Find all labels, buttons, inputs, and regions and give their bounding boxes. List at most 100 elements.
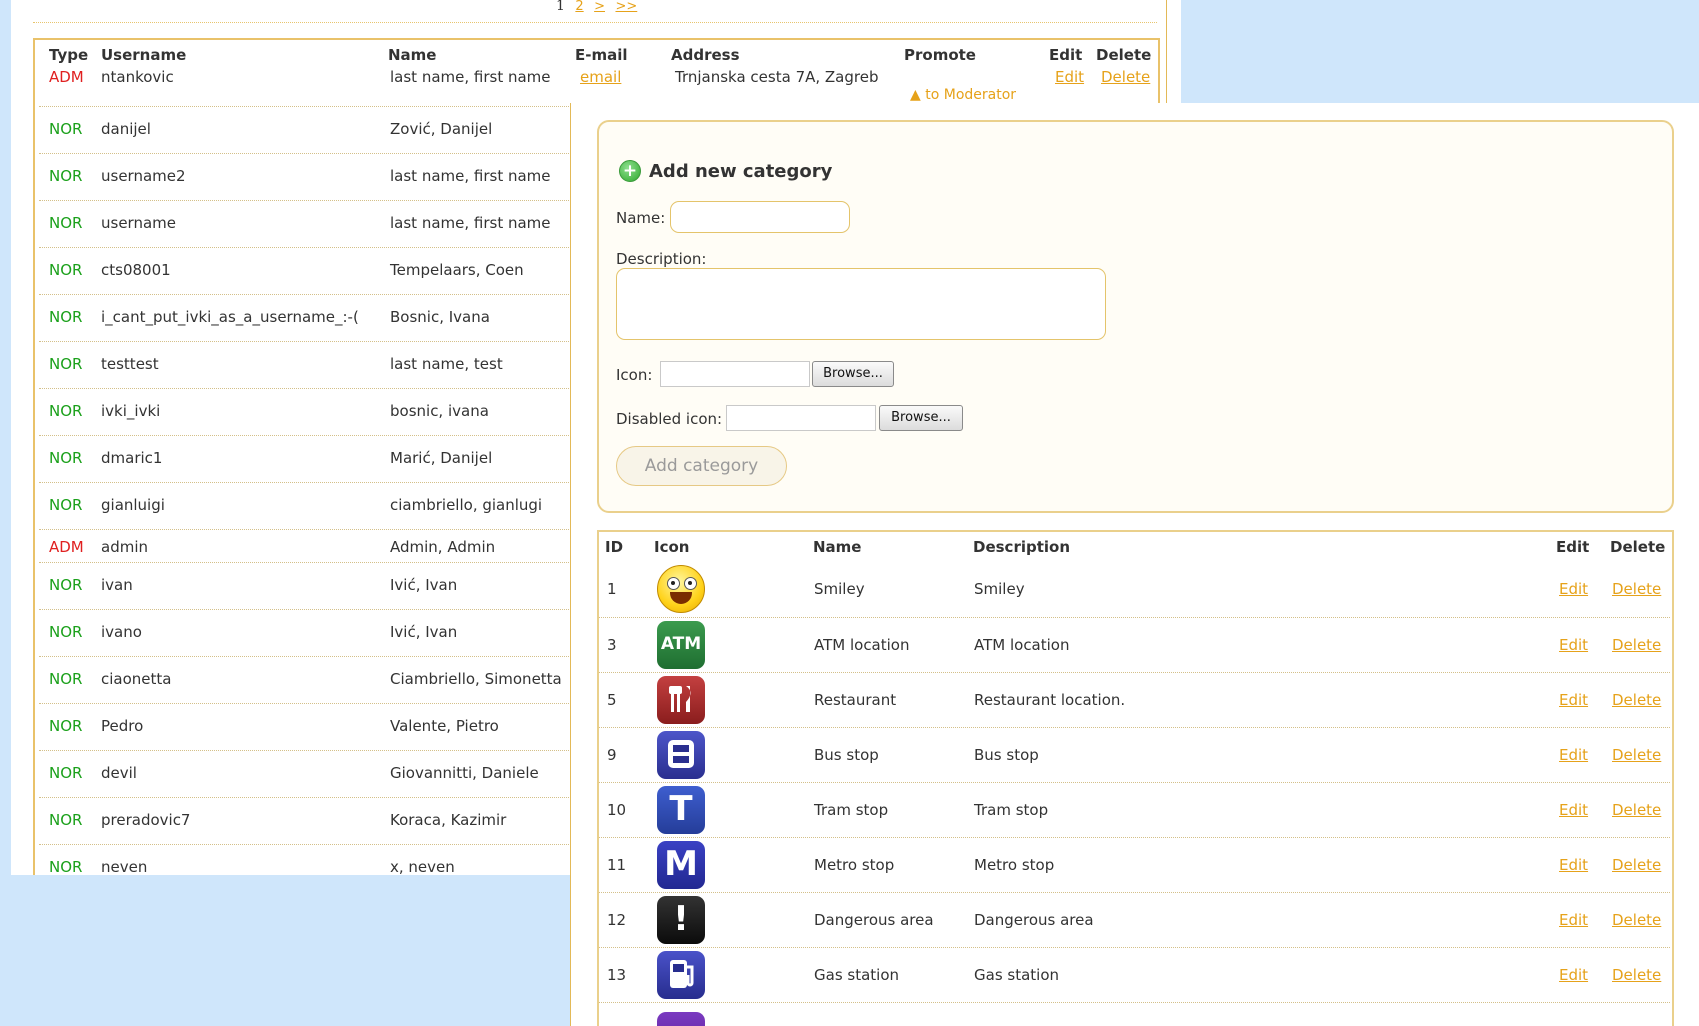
- col-address: Address: [671, 46, 740, 64]
- user-type: NOR: [49, 764, 83, 782]
- category-row: 3 ATM ATM location ATM location Edit Delete: [599, 617, 1670, 673]
- user-username: i_cant_put_ivki_as_a_username_:-(: [101, 308, 359, 326]
- icon-glyph: M: [664, 844, 698, 884]
- user-type: NOR: [49, 576, 83, 594]
- user-type: NOR: [49, 670, 83, 688]
- category-name: Gas station: [814, 966, 900, 984]
- category-edit-link[interactable]: Edit: [1559, 801, 1588, 819]
- category-name: Metro stop: [814, 856, 895, 874]
- col-promote: Promote: [904, 46, 976, 64]
- category-edit-link[interactable]: Edit: [1559, 580, 1588, 598]
- col-icon: Icon: [654, 538, 690, 556]
- user-username: devil: [101, 764, 137, 782]
- col-id: ID: [605, 538, 624, 556]
- pagination: 1 2 > >>: [556, 0, 637, 14]
- bus-stop-icon: [657, 731, 705, 779]
- page-link-last[interactable]: >>: [615, 0, 637, 14]
- user-name: bosnic, ivana: [390, 402, 489, 420]
- add-category-button[interactable]: Add category: [616, 446, 787, 486]
- category-description: Smiley: [974, 580, 1025, 598]
- user-username: admin: [101, 538, 148, 556]
- name-label: Name:: [616, 209, 666, 227]
- icon-file-input[interactable]: [660, 361, 810, 387]
- user-name: x, neven: [390, 858, 455, 875]
- user-address: Trnjanska cesta 7A, Zagreb: [675, 68, 879, 86]
- col-description: Description: [973, 538, 1071, 556]
- col-name: Name: [388, 46, 437, 64]
- category-description: ATM location: [974, 636, 1070, 654]
- disabled-icon-browse-button[interactable]: Browse...: [879, 405, 963, 431]
- user-username: testtest: [101, 355, 159, 373]
- category-edit-link[interactable]: Edit: [1559, 911, 1588, 929]
- category-row: 13 Gas station Gas station Edit Delete: [599, 947, 1670, 1003]
- page-link-next[interactable]: >: [594, 0, 605, 14]
- name-input[interactable]: [670, 201, 850, 233]
- user-type: NOR: [49, 496, 83, 514]
- restaurant-icon: [657, 676, 705, 724]
- category-edit-link[interactable]: Edit: [1559, 636, 1588, 654]
- category-delete-link[interactable]: Delete: [1612, 911, 1661, 929]
- category-edit-link[interactable]: Edit: [1559, 746, 1588, 764]
- category-edit-link[interactable]: Edit: [1559, 966, 1588, 984]
- icon-glyph: !: [673, 899, 689, 939]
- user-username: dmaric1: [101, 449, 163, 467]
- category-delete-link[interactable]: Delete: [1612, 580, 1661, 598]
- user-name: Ivić, Ivan: [390, 623, 458, 641]
- user-name: Koraca, Kazimir: [390, 811, 507, 829]
- user-name: last name, first name: [390, 214, 551, 232]
- category-description: Gas station: [974, 966, 1060, 984]
- category-name: Tram stop: [814, 801, 889, 819]
- user-type: NOR: [49, 402, 83, 420]
- user-type: NOR: [49, 214, 83, 232]
- category-delete-link[interactable]: Delete: [1612, 691, 1661, 709]
- category-edit-link[interactable]: Edit: [1559, 691, 1588, 709]
- category-id: 5: [607, 691, 617, 709]
- page-link-2[interactable]: 2: [575, 0, 583, 14]
- tram-stop-icon: T: [657, 786, 705, 834]
- col-delete: Delete: [1610, 538, 1666, 556]
- category-delete-link[interactable]: Delete: [1612, 966, 1661, 984]
- add-category-title: + Add new category: [619, 160, 832, 182]
- add-category-panel: + Add new category Name: Description: Ic…: [597, 120, 1674, 513]
- icon-browse-button[interactable]: Browse...: [812, 361, 894, 387]
- description-label: Description:: [616, 250, 707, 268]
- category-id: 9: [607, 746, 617, 764]
- user-delete-link[interactable]: Delete: [1101, 68, 1150, 86]
- disabled-icon-label: Disabled icon:: [616, 410, 723, 428]
- user-email-link[interactable]: email: [580, 68, 621, 86]
- promote-link[interactable]: ▲ to Moderator: [910, 87, 1016, 103]
- users-table-header: Type Username Name E-mail Address Promot…: [35, 46, 1158, 68]
- user-username: preradovic7: [101, 811, 191, 829]
- user-name: Marić, Danijel: [390, 449, 493, 467]
- user-edit-link[interactable]: Edit: [1055, 68, 1084, 86]
- category-description: Tram stop: [974, 801, 1049, 819]
- user-username: cts08001: [101, 261, 171, 279]
- category-row: 5 Restaurant Restaurant location. Edit Delet…: [599, 672, 1670, 728]
- user-type: NOR: [49, 623, 83, 641]
- category-delete-link[interactable]: Delete: [1612, 746, 1661, 764]
- category-delete-link[interactable]: Delete: [1612, 801, 1661, 819]
- category-id: 3: [607, 636, 617, 654]
- user-name: last name, first name: [390, 68, 551, 86]
- category-delete-link[interactable]: Delete: [1612, 636, 1661, 654]
- description-textarea[interactable]: [616, 268, 1106, 340]
- col-name: Name: [813, 538, 862, 556]
- categories-table-header: ID Icon Name Description Edit Delete: [599, 538, 1672, 560]
- arrow-up-icon: ▲: [910, 87, 921, 103]
- col-edit: Edit: [1556, 538, 1590, 556]
- user-name: last name, test: [390, 355, 503, 373]
- category-description: Metro stop: [974, 856, 1055, 874]
- user-type: NOR: [49, 449, 83, 467]
- category-icon-partial: [657, 1012, 705, 1026]
- icon-glyph: ATM: [660, 634, 702, 654]
- disabled-icon-file-input[interactable]: [726, 405, 876, 431]
- col-delete: Delete: [1096, 46, 1152, 64]
- col-edit: Edit: [1049, 46, 1083, 64]
- user-username: ciaonetta: [101, 670, 172, 688]
- category-row: 1 Smiley Smiley Edit Delete: [599, 561, 1670, 618]
- user-username: gianluigi: [101, 496, 165, 514]
- category-edit-link[interactable]: Edit: [1559, 856, 1588, 874]
- category-delete-link[interactable]: Delete: [1612, 856, 1661, 874]
- category-id: 11: [607, 856, 627, 874]
- category-row: 10 T Tram stop Tram stop Edit Delete: [599, 782, 1670, 838]
